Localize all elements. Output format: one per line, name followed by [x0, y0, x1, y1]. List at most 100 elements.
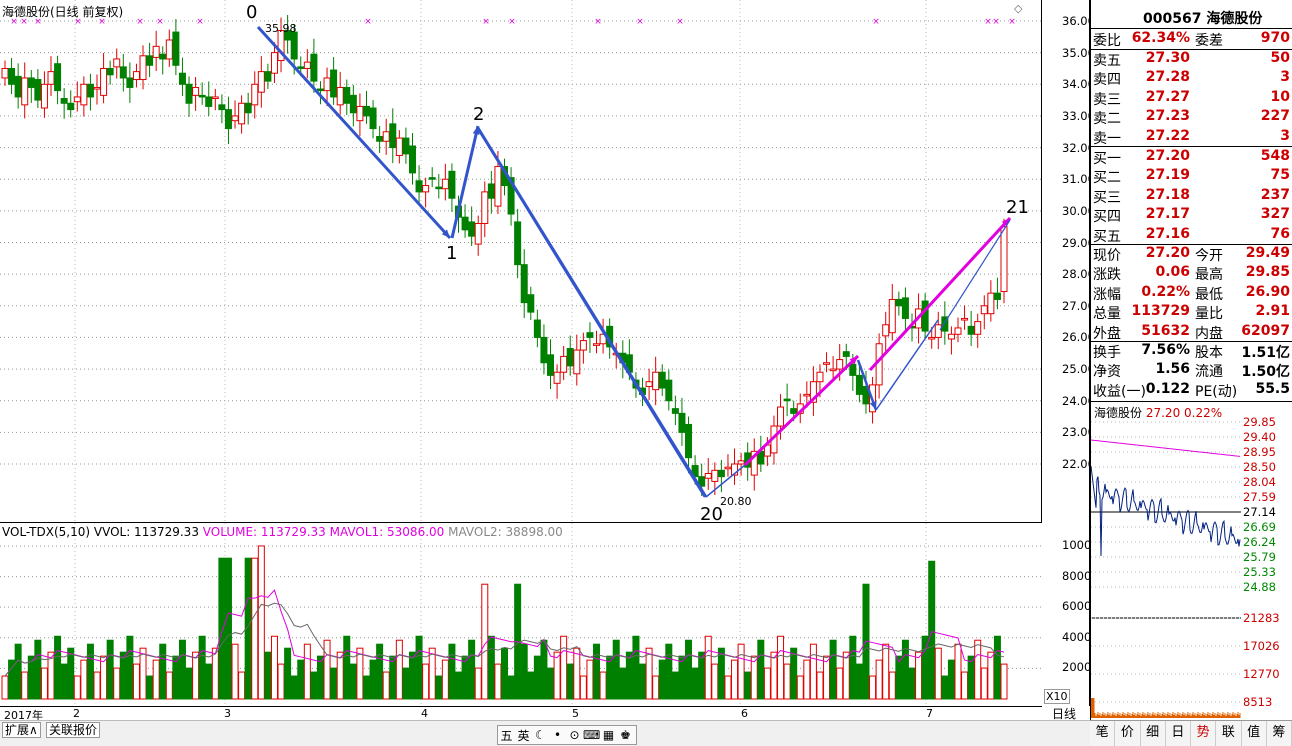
candle-body: [540, 336, 548, 364]
ime-smile-icon[interactable]: ⊙: [566, 728, 583, 742]
volume-bar: [875, 659, 883, 700]
volume-bar: [461, 655, 469, 700]
panel-tab-笔[interactable]: 笔: [1090, 721, 1116, 746]
volume-bar: [540, 639, 548, 700]
candle-body: [678, 412, 686, 433]
volume-bar: [494, 663, 502, 700]
tab-related-quotes[interactable]: 关联报价: [46, 722, 101, 738]
candle-body: [34, 79, 42, 101]
stat2-row-label2: 流通: [1195, 364, 1223, 381]
ask-row-label: 卖四: [1093, 72, 1121, 89]
ask-row: 卖五 27.30 50: [1093, 50, 1290, 69]
volume-bar: [290, 675, 298, 700]
panel-tab-值[interactable]: 值: [1241, 721, 1267, 746]
volume-bar: [152, 659, 160, 700]
volume-bar: [527, 671, 535, 700]
ime-keyboard-icon[interactable]: ⌨: [583, 728, 600, 742]
ime-english-icon[interactable]: 英: [515, 727, 532, 744]
ime-dot-icon[interactable]: •: [549, 728, 566, 742]
ask-row: 卖四 27.28 3: [1093, 69, 1290, 88]
diamond-icon[interactable]: ◇: [1014, 2, 1022, 15]
ask-row: 卖三 27.27 10: [1093, 89, 1290, 108]
volume-bar: [993, 635, 1001, 700]
candle-body: [126, 77, 134, 88]
volume-bar: [178, 639, 186, 700]
panel-tab-势[interactable]: 势: [1191, 721, 1217, 746]
ime-grid-icon[interactable]: ▦: [600, 728, 617, 742]
candle-body: [481, 191, 489, 225]
stat2-row-value: 7.56%: [1141, 342, 1190, 358]
candle-body: [967, 325, 975, 335]
stat2-row: 净资 1.56 流通 1.50亿: [1093, 361, 1290, 380]
panel-tab-联[interactable]: 联: [1216, 721, 1242, 746]
stat-row-value2: 29.49: [1245, 245, 1290, 261]
ask-row-label: 卖五: [1093, 53, 1121, 69]
volume-bar: [303, 643, 311, 700]
candle-body: [8, 67, 16, 85]
volume-bar: [737, 643, 745, 700]
volume-bar: [441, 659, 449, 700]
panel-tab-价[interactable]: 价: [1115, 721, 1141, 746]
tab-expand[interactable]: 扩展∧: [2, 722, 41, 738]
candle-body: [711, 469, 719, 482]
volume-bar: [586, 659, 594, 700]
wave-line: [939, 219, 1011, 331]
candle-body: [238, 102, 246, 125]
panel-tab-日[interactable]: 日: [1165, 721, 1191, 746]
candle-body: [14, 75, 22, 98]
candle-body: [928, 336, 936, 340]
candle-body: [803, 393, 811, 397]
event-marker: ×: [594, 17, 602, 27]
volume-bar: [132, 663, 140, 700]
stat-row-value2: 26.90: [1245, 283, 1290, 300]
ime-tool-icon[interactable]: ♚: [617, 728, 634, 742]
volume-bar: [915, 651, 923, 700]
bid-row-value: 27.17: [1145, 206, 1190, 223]
panel-tab-筹[interactable]: 筹: [1266, 721, 1292, 746]
stock-code-name: 000567 海德股份: [1143, 8, 1262, 28]
volume-tick: 8000: [1062, 568, 1092, 583]
volume-bar: [520, 643, 528, 700]
candle-body: [474, 223, 482, 245]
volume-bar: [343, 635, 351, 700]
stat2-row-value: 1.56: [1155, 361, 1190, 378]
candle-body: [113, 58, 121, 68]
candle-body: [356, 105, 364, 122]
volume-bar: [264, 651, 272, 700]
ime-toolbar[interactable]: 五 英 ☾ • ⊙ ⌨ ▦ ♚: [497, 725, 637, 745]
intraday-price-tick: 28.04: [1243, 475, 1276, 489]
volume-chart[interactable]: [0, 523, 1042, 707]
event-marker: ×: [984, 17, 992, 27]
candle-body: [330, 69, 338, 98]
panel-tab-细[interactable]: 细: [1140, 721, 1166, 746]
kline-chart[interactable]: × × × × × × × × × × × × × × × × × ×: [0, 0, 1042, 522]
volume-bar: [770, 651, 778, 700]
volume-bar: [428, 647, 436, 700]
ime-moon-icon[interactable]: ☾: [532, 728, 549, 742]
volume-bar: [106, 639, 114, 700]
volume-bar: [422, 663, 430, 700]
volume-bar: [855, 663, 863, 700]
vol-legend-mavol1: MAVOL1: 53086.00: [329, 525, 445, 539]
stat-row-label2: 最高: [1195, 267, 1223, 284]
candle-body: [993, 292, 1001, 300]
volume-bar: [954, 643, 962, 700]
bid-row-value2: 237: [1260, 186, 1290, 203]
intraday-chart[interactable]: [1091, 418, 1241, 718]
kline-panel[interactable]: × × × × × × × × × × × × × × × × × ×: [0, 0, 1042, 522]
candle-body: [60, 98, 68, 104]
volume-bar: [231, 643, 239, 700]
ime-wubi-icon[interactable]: 五: [498, 727, 515, 744]
volume-bar: [895, 655, 903, 700]
stat-row: 涨跌 0.06 最高 29.85: [1093, 264, 1290, 283]
stat2-row-value2: 1.51亿: [1241, 345, 1290, 361]
stat-row-value: 0.22%: [1141, 283, 1190, 300]
volume-bar: [507, 675, 515, 700]
stat2-row-label2: 股本: [1195, 345, 1223, 361]
volume-panel[interactable]: [0, 522, 1042, 707]
vol-legend-vvol: VVOL: 113729.33: [93, 525, 199, 539]
volume-bar: [947, 659, 955, 700]
volume-bar: [356, 647, 364, 700]
volume-bar: [783, 663, 791, 700]
volume-bar: [389, 655, 397, 700]
